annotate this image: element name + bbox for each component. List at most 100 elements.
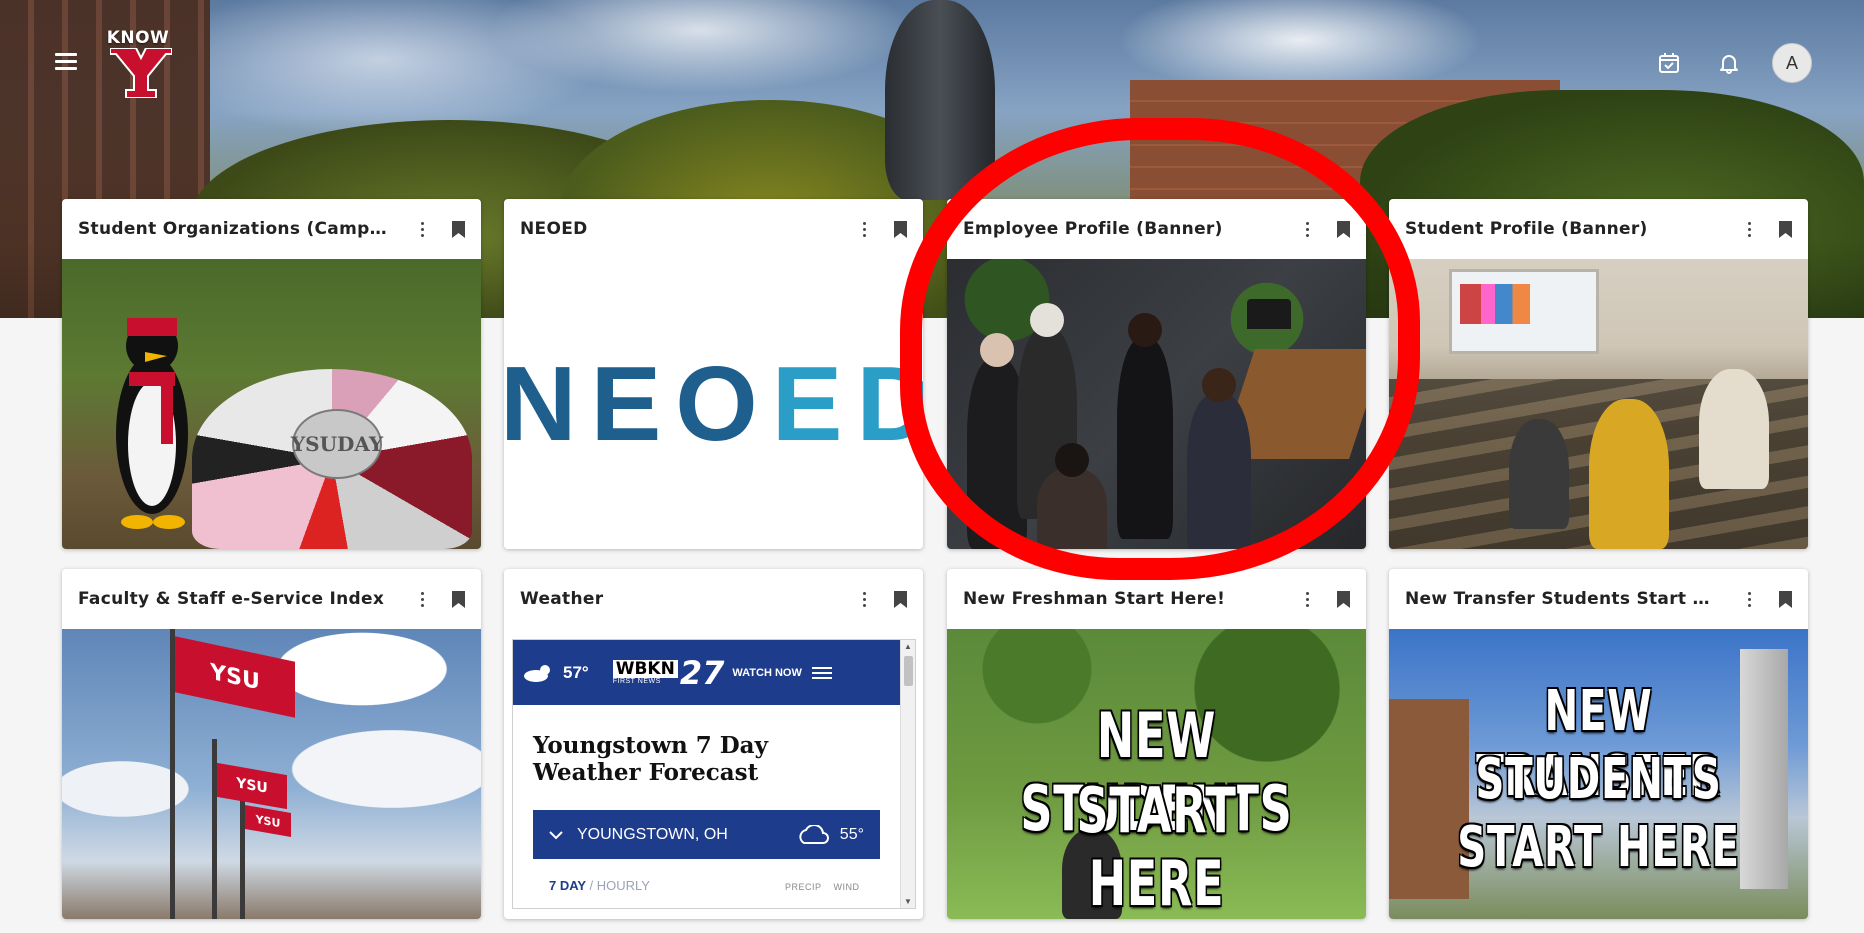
bookmark-icon[interactable] (449, 217, 467, 241)
more-options-icon[interactable] (413, 217, 431, 241)
student (1589, 399, 1669, 549)
card-header: New Transfer Students Start Here! (1389, 569, 1808, 629)
card-actions (413, 587, 467, 611)
bookmark-icon[interactable] (1334, 217, 1352, 241)
card-employee-profile[interactable]: Employee Profile (Banner) (947, 199, 1366, 549)
card-student-organizations[interactable]: Student Organizations (Campus Groups) YS… (62, 199, 481, 549)
location-temp: 55° (839, 825, 864, 843)
chevron-down-icon (549, 830, 563, 839)
more-options-icon[interactable] (855, 217, 873, 241)
card-faculty-staff-eservice[interactable]: Faculty & Staff e-Service Index YSU YSU … (62, 569, 481, 919)
flag-text: YSU (236, 775, 268, 797)
person (1037, 443, 1107, 549)
card-image-meeting[interactable] (947, 259, 1366, 549)
image-text-line2: START HERE (1076, 774, 1237, 919)
flag: YSU (175, 636, 295, 718)
bookmark-icon[interactable] (1776, 587, 1794, 611)
card-title: Student Profile (Banner) (1405, 219, 1648, 239)
card-new-transfer[interactable]: New Transfer Students Start Here! NEW TR… (1389, 569, 1808, 919)
wkbn-logo[interactable]: WBKN FIRST NEWS 27 (612, 653, 725, 692)
tab-separator: / (589, 878, 597, 893)
col-wind: WIND (833, 882, 860, 892)
bell-icon (1720, 55, 1738, 74)
weather-menu-icon[interactable] (811, 664, 832, 682)
weather-title: Youngstown 7 Day Weather Forecast (533, 732, 768, 786)
more-options-icon[interactable] (855, 587, 873, 611)
card-actions (1740, 217, 1794, 241)
menu-button[interactable] (50, 48, 82, 76)
weather-widget[interactable]: 57° WBKN FIRST NEWS 27 WATCH NOW Youngst… (512, 639, 916, 909)
card-image-flags[interactable]: YSU YSU YSU (62, 629, 481, 919)
more-options-icon[interactable] (1740, 217, 1758, 241)
card-header: Faculty & Staff e-Service Index (62, 569, 481, 629)
notifications-button[interactable] (1712, 46, 1746, 80)
bookmark-icon[interactable] (891, 217, 909, 241)
penguin-mascot-icon (116, 318, 188, 529)
flag: YSU (245, 804, 291, 838)
more-options-icon[interactable] (1298, 217, 1316, 241)
projector-screen (1449, 269, 1599, 354)
scroll-up-icon[interactable]: ▲ (904, 642, 912, 651)
col-precip: PRECIP (785, 882, 822, 892)
rock-label: YSU DAY (291, 409, 384, 479)
location-name: YOUNGSTOWN, OH (577, 825, 728, 843)
y-logo-icon (110, 48, 172, 98)
weather-header-bar: 57° WBKN FIRST NEWS 27 WATCH NOW (513, 640, 900, 705)
tab-7-day[interactable]: 7 DAY (549, 878, 586, 893)
card-header: NEOED (504, 199, 923, 259)
card-title: Weather (520, 589, 604, 609)
card-actions (855, 217, 909, 241)
calendar-button[interactable] (1652, 46, 1686, 80)
cloud-icon (799, 824, 829, 844)
card-image-neoed-logo[interactable]: NEOED (504, 259, 923, 549)
card-student-profile[interactable]: Student Profile (Banner) (1389, 199, 1808, 549)
more-options-icon[interactable] (1740, 587, 1758, 611)
tab-hourly[interactable]: HOURLY (597, 878, 650, 893)
avatar[interactable]: A (1772, 43, 1812, 83)
bookmark-icon[interactable] (1776, 217, 1794, 241)
watch-now-link[interactable]: WATCH NOW (732, 667, 801, 679)
scroll-thumb[interactable] (904, 656, 913, 686)
flag-text: YSU (255, 812, 281, 830)
more-options-icon[interactable] (1298, 587, 1316, 611)
card-image-transfer-students[interactable]: NEW TRANSFER STUDENTS START HERE (1389, 629, 1808, 919)
calendar-check-icon (1659, 53, 1679, 73)
card-image-rock[interactable]: YSU DAY (62, 259, 481, 549)
card-image-new-students[interactable]: NEW STUDENTS START HERE (947, 629, 1366, 919)
image-text-line2: STUDENTS (1475, 747, 1722, 812)
more-options-icon[interactable] (413, 587, 431, 611)
forecast-columns: PRECIP WIND (785, 882, 860, 892)
card-header: Employee Profile (Banner) (947, 199, 1366, 259)
card-actions (855, 587, 909, 611)
bookmark-icon[interactable] (449, 587, 467, 611)
flag-text: YSU (210, 659, 260, 695)
person (1187, 368, 1251, 549)
scroll-down-icon[interactable]: ▼ (904, 897, 912, 906)
location-selector[interactable]: YOUNGSTOWN, OH 55° (533, 810, 880, 859)
bookmark-icon[interactable] (1334, 587, 1352, 611)
card-header: Student Profile (Banner) (1389, 199, 1808, 259)
card-title: New Transfer Students Start Here! (1405, 589, 1724, 609)
card-title: NEOED (520, 219, 588, 239)
card-new-freshman[interactable]: New Freshman Start Here! NEW STUDENTS ST… (947, 569, 1366, 919)
neoed-logo-part1: NEO (504, 344, 772, 463)
card-header: Weather (504, 569, 923, 629)
card-actions (1298, 217, 1352, 241)
rock-label-line2: DAY (337, 432, 384, 456)
card-title: Faculty & Staff e-Service Index (78, 589, 385, 609)
card-neoed[interactable]: NEOED NEOED (504, 199, 923, 549)
wkbn-logo-text: WBKN (612, 660, 678, 678)
neoed-logo: NEOED (504, 344, 923, 465)
top-icons: A (1652, 42, 1812, 84)
flag: YSU (217, 762, 287, 810)
card-title: Employee Profile (Banner) (963, 219, 1223, 239)
scrollbar[interactable]: ▲ ▼ (900, 640, 915, 908)
cloud-sun-icon (524, 664, 550, 682)
know-y-logo[interactable]: KNOW (102, 28, 174, 98)
card-weather[interactable]: Weather 57° WBKN FIRST NEWS 27 WATCH NOW (504, 569, 923, 919)
bookmark-icon[interactable] (891, 587, 909, 611)
card-header: New Freshman Start Here! (947, 569, 1366, 629)
card-actions (1298, 587, 1352, 611)
card-image-classroom[interactable] (1389, 259, 1808, 549)
wkbn-logo-number: 27 (679, 653, 725, 692)
